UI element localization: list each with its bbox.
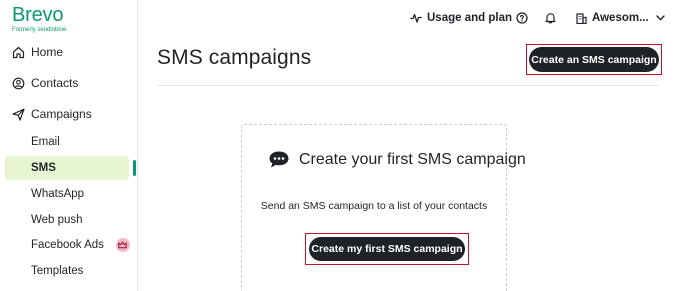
account-label: Awesom... xyxy=(592,12,649,24)
sidebar-item-label: Contacts xyxy=(31,76,79,90)
page-title: SMS campaigns xyxy=(157,46,312,69)
brand-subtitle: Formerly sendinblue xyxy=(12,27,67,33)
sidebar-item-contacts[interactable]: Contacts xyxy=(12,72,78,94)
sidebar-subitem-label: Email xyxy=(31,136,60,148)
chat-bubble-icon xyxy=(268,150,290,169)
brand-logo[interactable]: Brevo Formerly sendinblue xyxy=(12,4,66,34)
usage-label: Usage and plan xyxy=(427,12,512,24)
sidebar-subitem-web-push[interactable]: Web push xyxy=(31,209,83,231)
sidebar-subitem-facebook-ads[interactable]: Facebook Ads xyxy=(31,234,130,256)
active-indicator xyxy=(133,160,136,176)
crown-icon xyxy=(115,238,130,252)
create-first-sms-campaign-button[interactable]: Create my first SMS campaign xyxy=(309,237,465,261)
sidebar-subitem-label: SMS xyxy=(31,162,56,174)
sidebar-subitem-label: Facebook Ads xyxy=(31,239,104,251)
sidebar-subitem-whatsapp[interactable]: WhatsApp xyxy=(31,183,84,205)
sidebar-item-campaigns[interactable]: Campaigns xyxy=(12,103,92,125)
usage-and-plan-button[interactable]: Usage and plan xyxy=(410,10,512,26)
sidebar-subitem-email[interactable]: Email xyxy=(31,131,60,153)
empty-state-description: Send an SMS campaign to a list of your c… xyxy=(260,200,488,212)
building-icon xyxy=(576,12,587,24)
divider xyxy=(157,85,659,86)
account-menu[interactable]: Awesom... xyxy=(576,10,665,26)
sidebar-item-label: Home xyxy=(31,45,64,59)
activity-icon xyxy=(410,12,422,24)
sidebar-subitem-label: Templates xyxy=(31,265,84,277)
send-icon xyxy=(12,108,25,121)
sidebar-item-label: Campaigns xyxy=(31,107,92,121)
home-icon xyxy=(12,46,25,59)
bell-icon xyxy=(545,12,556,24)
sidebar: Brevo Formerly sendinblue Home Contacts … xyxy=(0,0,138,291)
empty-state-title-row: Create your first SMS campaign xyxy=(268,150,526,169)
sidebar-subitem-sms[interactable]: SMS xyxy=(5,156,129,180)
sidebar-subitem-label: WhatsApp xyxy=(31,188,85,200)
chevron-down-icon xyxy=(655,15,665,21)
brand-name: Brevo xyxy=(12,4,64,26)
sidebar-subitem-templates[interactable]: Templates xyxy=(31,260,83,282)
sidebar-item-home[interactable]: Home xyxy=(12,41,63,63)
sidebar-subitem-label: Web push xyxy=(31,214,83,226)
create-sms-campaign-button[interactable]: Create an SMS campaign xyxy=(529,47,659,72)
empty-state-title: Create your first SMS campaign xyxy=(299,150,526,168)
notifications-button[interactable] xyxy=(545,10,556,26)
contacts-icon xyxy=(12,77,25,90)
help-icon xyxy=(516,12,528,24)
help-button[interactable] xyxy=(516,10,528,26)
